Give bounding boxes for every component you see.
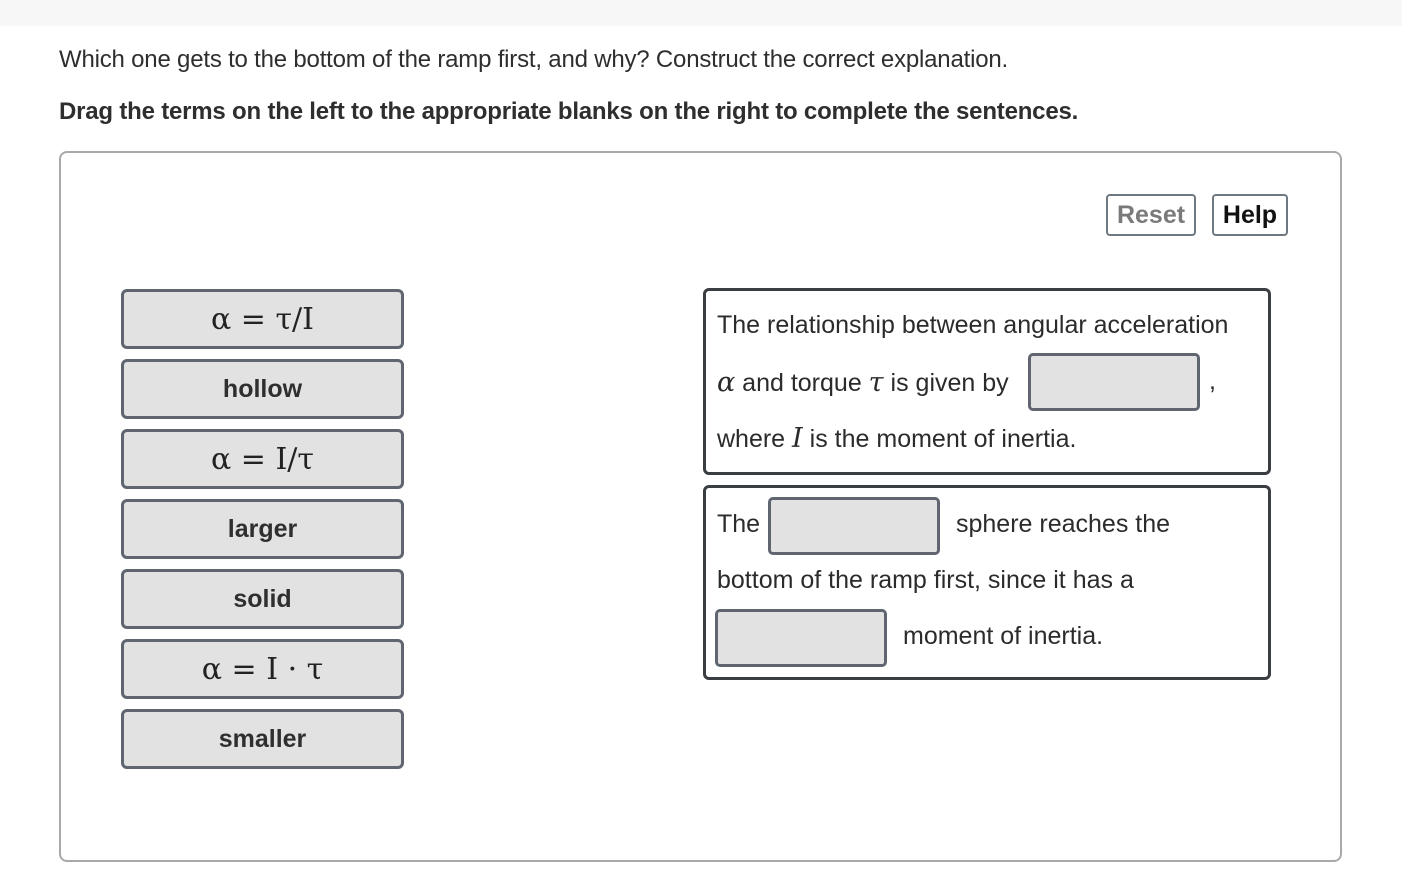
instruction-text: Drag the terms on the left to the approp… [59,98,1079,125]
sentence-box-1: The relationship between angular acceler… [703,288,1271,475]
term-larger[interactable]: larger [121,499,404,559]
sentence2-line1: sphere reaches the [956,510,1171,538]
tau-symbol: τ [868,367,884,398]
blank-inertia-size[interactable] [715,609,887,667]
question-text: Which one gets to the bottom of the ramp… [59,46,1008,73]
term-solid[interactable]: solid [121,569,404,629]
term-alpha-equals-i-times-tau[interactable]: α = I · τ [121,639,404,699]
alpha-symbol: α [717,367,736,398]
blank-relationship[interactable] [1028,353,1200,411]
sentence1-line3: where I is the moment of inertia. [717,423,1076,454]
sentence-box-2: The sphere reaches the bottom of the ram… [703,485,1271,680]
sentence1-text: is given by [883,369,1009,397]
sentence1-text: is the moment of inertia. [802,425,1077,453]
sentence1-line2: α and torque τ is given by [717,367,1009,398]
help-button[interactable]: Help [1212,194,1288,236]
top-bar [0,0,1402,26]
sentence2-line2: bottom of the ramp first, since it has a [717,566,1134,594]
sentence1-line1: The relationship between angular acceler… [717,311,1229,339]
sentence2-line3: moment of inertia. [903,622,1104,650]
sentence2-the: The [717,510,761,538]
reset-button[interactable]: Reset [1106,194,1196,236]
comma: , [1209,367,1216,395]
sentence1-text: where [717,425,793,453]
term-alpha-equals-i-over-tau[interactable]: α = I/τ [121,429,404,489]
sentence1-text: and torque [735,369,869,397]
term-hollow[interactable]: hollow [121,359,404,419]
term-smaller[interactable]: smaller [121,709,404,769]
term-alpha-equals-tau-over-i[interactable]: α = τ/I [121,289,404,349]
blank-sphere-type[interactable] [768,497,940,555]
inertia-symbol: I [792,423,803,454]
